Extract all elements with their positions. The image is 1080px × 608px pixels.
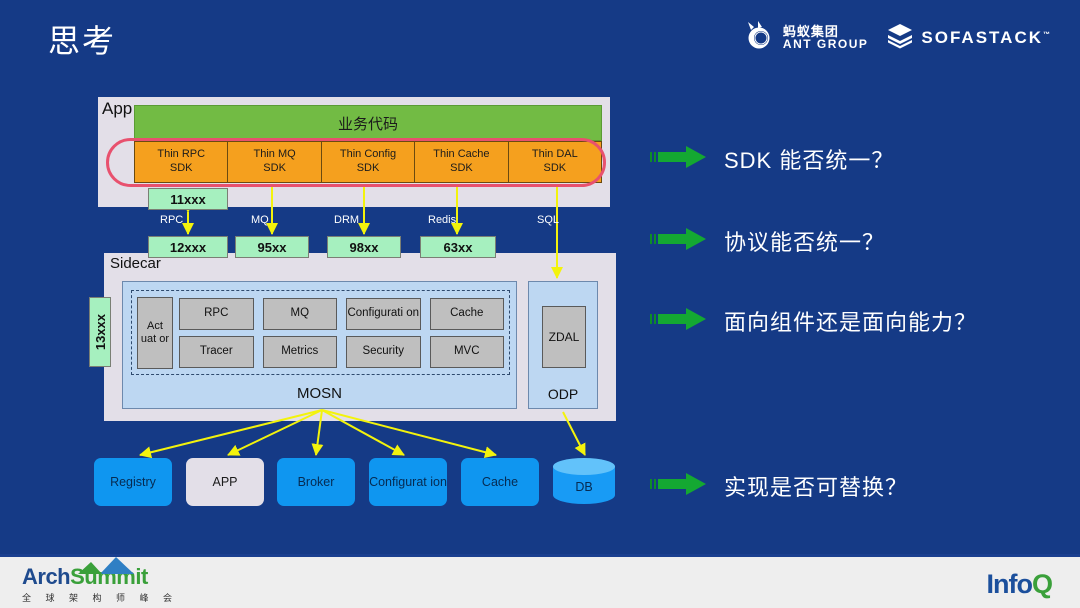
module-security: Security <box>346 335 421 368</box>
slide-root: 思考 蚂蚁集团 ANT GROUP SOFASTACK™ App 业务代码 Th… <box>0 0 1080 608</box>
green-arrow-icon <box>650 226 706 257</box>
sofastack-logo-icon <box>886 21 914 54</box>
module-cache: Cache <box>429 297 504 330</box>
green-arrow-icon <box>650 306 706 337</box>
question-row-protocol: 协议能否统一？ <box>650 225 885 257</box>
protocol-label-redis: Redis <box>428 214 457 226</box>
question-text: 实现是否可替换？ <box>724 475 909 500</box>
sdk-label-line2: SDK <box>356 162 380 174</box>
question-text: 协议能否统一？ <box>724 230 886 255</box>
sdk-thin-mq: Thin MQ SDK <box>227 141 321 183</box>
module-mvc: MVC <box>429 335 504 368</box>
odp-label: ODP <box>547 386 579 402</box>
module-rpc: RPC <box>179 297 254 330</box>
sdk-label-line2: SDK <box>263 162 286 174</box>
mosn-module-grid: RPC MQ Configurati on Cache Tracer Metri… <box>179 297 504 368</box>
sdk-thin-config: Thin Config SDK <box>320 141 415 183</box>
mosn-container: Act uat or RPC MQ Configurati on Cache T… <box>122 281 517 409</box>
question-text: 面向组件还是面向能力？ <box>724 310 978 335</box>
sdk-label-line2: SDK <box>543 162 567 174</box>
question-text: SDK 能否统一？ <box>724 148 895 173</box>
node-app: APP <box>186 458 264 506</box>
odp-container: ZDAL ODP <box>528 281 598 409</box>
page-title: 思考 <box>48 23 117 59</box>
node-registry: Registry <box>94 458 172 506</box>
port-chip-11xxx: 11xxx <box>148 188 228 210</box>
protocol-label-rpc: RPC <box>160 214 184 226</box>
node-broker: Broker <box>277 458 355 506</box>
sdk-thin-cache: Thin Cache SDK <box>414 141 508 183</box>
ant-group-logo-text: 蚂蚁集团 ANT GROUP <box>783 25 869 50</box>
port-chip-63xx: 63xx <box>420 236 496 258</box>
node-db-label: DB <box>575 480 593 494</box>
protocol-label-sql: SQL <box>537 214 560 226</box>
protocol-label-mq: MQ <box>251 214 269 226</box>
ant-group-logo-icon <box>742 20 776 55</box>
footer-bar: ArchSummit 全 球 架 构 师 峰 会 InfoQ <box>0 554 1080 608</box>
question-row-sdk: SDK 能否统一？ <box>650 143 894 175</box>
node-db: DB <box>553 458 615 508</box>
sidecar-container: Sidecar Act uat or RPC MQ Configurati on… <box>104 253 616 421</box>
module-zdal: ZDAL <box>542 306 586 368</box>
port-chip-98xx: 98xx <box>327 236 401 258</box>
archsummit-logo: ArchSummit 全 球 架 构 师 峰 会 <box>22 557 179 604</box>
port-chip-13xxx-label: 13xxx <box>92 313 108 351</box>
mosn-module-area: Act uat or RPC MQ Configurati on Cache T… <box>131 290 510 375</box>
sdk-label-line1: Thin Config <box>339 148 397 161</box>
question-row-component-vs-capability: 面向组件还是面向能力？ <box>650 305 977 337</box>
sdk-label-line1: Thin DAL <box>531 148 578 161</box>
green-arrow-icon <box>650 144 706 175</box>
port-chip-13xxx: 13xxx <box>89 297 111 367</box>
module-configuration: Configurati on <box>346 297 421 330</box>
app-label: App <box>102 99 133 118</box>
protocol-label-drm: DRM <box>334 214 360 226</box>
sdk-row: Thin RPC SDK Thin MQ SDK Thin Config SDK… <box>134 141 603 183</box>
module-actuator: Act uat or <box>137 296 173 369</box>
mountain-icon <box>78 557 134 574</box>
mosn-label: MOSN <box>297 385 342 402</box>
port-chip-95xx: 95xx <box>235 236 309 258</box>
ant-group-logo: 蚂蚁集团 ANT GROUP <box>742 20 869 55</box>
module-mq: MQ <box>262 297 337 330</box>
green-arrow-icon <box>650 471 706 502</box>
sofastack-wordmark: SOFASTACK™ <box>921 27 1052 47</box>
ant-group-en: ANT GROUP <box>782 37 869 51</box>
brand-bar: 蚂蚁集团 ANT GROUP SOFASTACK™ <box>742 20 1052 55</box>
question-row-replaceable: 实现是否可替换？ <box>650 470 908 502</box>
infoq-logo: InfoQ <box>986 569 1054 599</box>
sdk-label-line1: Thin MQ <box>253 148 296 161</box>
trademark-symbol: ™ <box>1043 30 1052 38</box>
sdk-thin-dal: Thin DAL SDK <box>507 141 603 183</box>
business-code-block: 业务代码 <box>134 105 602 141</box>
sdk-label-line2: SDK <box>450 162 473 174</box>
archsummit-subtitle: 全 球 架 构 师 峰 会 <box>22 593 179 603</box>
sdk-label-line2: SDK <box>169 162 193 174</box>
module-metrics: Metrics <box>262 335 337 368</box>
sdk-label-line1: Thin RPC <box>157 148 206 161</box>
module-tracer: Tracer <box>179 335 254 368</box>
node-configuration: Configurat ion <box>369 458 447 506</box>
node-cache: Cache <box>461 458 539 506</box>
port-chip-12xxx: 12xxx <box>148 236 228 258</box>
sdk-label-line1: Thin Cache <box>433 148 490 161</box>
sdk-thin-rpc: Thin RPC SDK <box>134 141 228 183</box>
sofastack-logo: SOFASTACK™ <box>886 21 1052 54</box>
